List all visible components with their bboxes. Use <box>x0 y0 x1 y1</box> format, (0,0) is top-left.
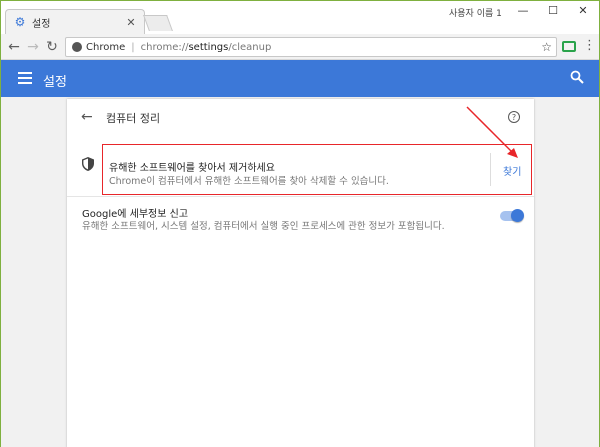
forward-button[interactable]: → <box>24 38 42 56</box>
chrome-page-icon <box>72 42 82 52</box>
address-bar[interactable]: Chrome | chrome://settings/cleanup ☆ <box>65 37 557 57</box>
url-path: /cleanup <box>228 41 272 53</box>
tab-close-button[interactable]: ✕ <box>124 16 138 29</box>
back-arrow-icon[interactable]: ← <box>81 109 93 125</box>
header-title: 설정 <box>43 75 67 90</box>
url-text: chrome://settings/cleanup <box>141 42 272 53</box>
search-icon[interactable] <box>570 70 584 84</box>
vertical-divider <box>490 153 491 186</box>
extension-icon[interactable] <box>562 41 576 52</box>
omnibox-separator: | <box>131 41 135 53</box>
tab-title: 설정 <box>32 18 51 30</box>
tab-settings[interactable]: ⚙ 설정 ✕ <box>5 9 145 34</box>
hamburger-menu-icon[interactable] <box>18 72 32 84</box>
url-host: settings <box>188 41 229 53</box>
browser-toolbar: ← → ↻ Chrome | chrome://settings/cleanup… <box>1 34 599 60</box>
title-bar: ⚙ 설정 ✕ 사용자 이름 1 — ☐ ✕ <box>1 1 599 34</box>
close-window-button[interactable]: ✕ <box>567 1 599 19</box>
cleanup-title: 유해한 소프트웨어를 찾아서 제거하세요 <box>109 163 275 174</box>
shield-icon <box>82 157 94 171</box>
gear-icon: ⚙ <box>14 15 26 29</box>
profile-name[interactable]: 사용자 이름 1 <box>449 6 502 19</box>
back-button[interactable]: ← <box>5 38 23 56</box>
cleanup-description: Chrome이 컴퓨터에서 유해한 소프트웨어를 찾아 삭제할 수 있습니다. <box>109 176 389 187</box>
minimize-button[interactable]: — <box>507 1 539 19</box>
browser-window: ⚙ 설정 ✕ 사용자 이름 1 — ☐ ✕ ← → ↻ Chrome | chr… <box>0 0 600 447</box>
help-icon[interactable]: ? <box>508 111 520 123</box>
find-button[interactable]: 찾기 <box>503 163 521 178</box>
new-tab-button[interactable] <box>143 15 173 31</box>
omnibox-label: Chrome <box>86 41 126 53</box>
browser-menu-icon[interactable]: ⋮ <box>583 38 596 53</box>
url-prefix: chrome:// <box>140 41 189 53</box>
maximize-button[interactable]: ☐ <box>537 1 569 19</box>
report-description: 유해한 소프트웨어, 시스템 설정, 컴퓨터에서 실행 중인 프로세스에 관한 … <box>82 221 445 232</box>
report-toggle[interactable] <box>500 209 524 222</box>
toggle-knob[interactable] <box>511 209 524 222</box>
page-title: 컴퓨터 정리 <box>106 112 161 125</box>
bookmark-star-icon[interactable]: ☆ <box>541 40 552 54</box>
settings-header: 설정 <box>1 60 599 97</box>
row-divider <box>67 196 534 197</box>
reload-button[interactable]: ↻ <box>43 38 61 56</box>
